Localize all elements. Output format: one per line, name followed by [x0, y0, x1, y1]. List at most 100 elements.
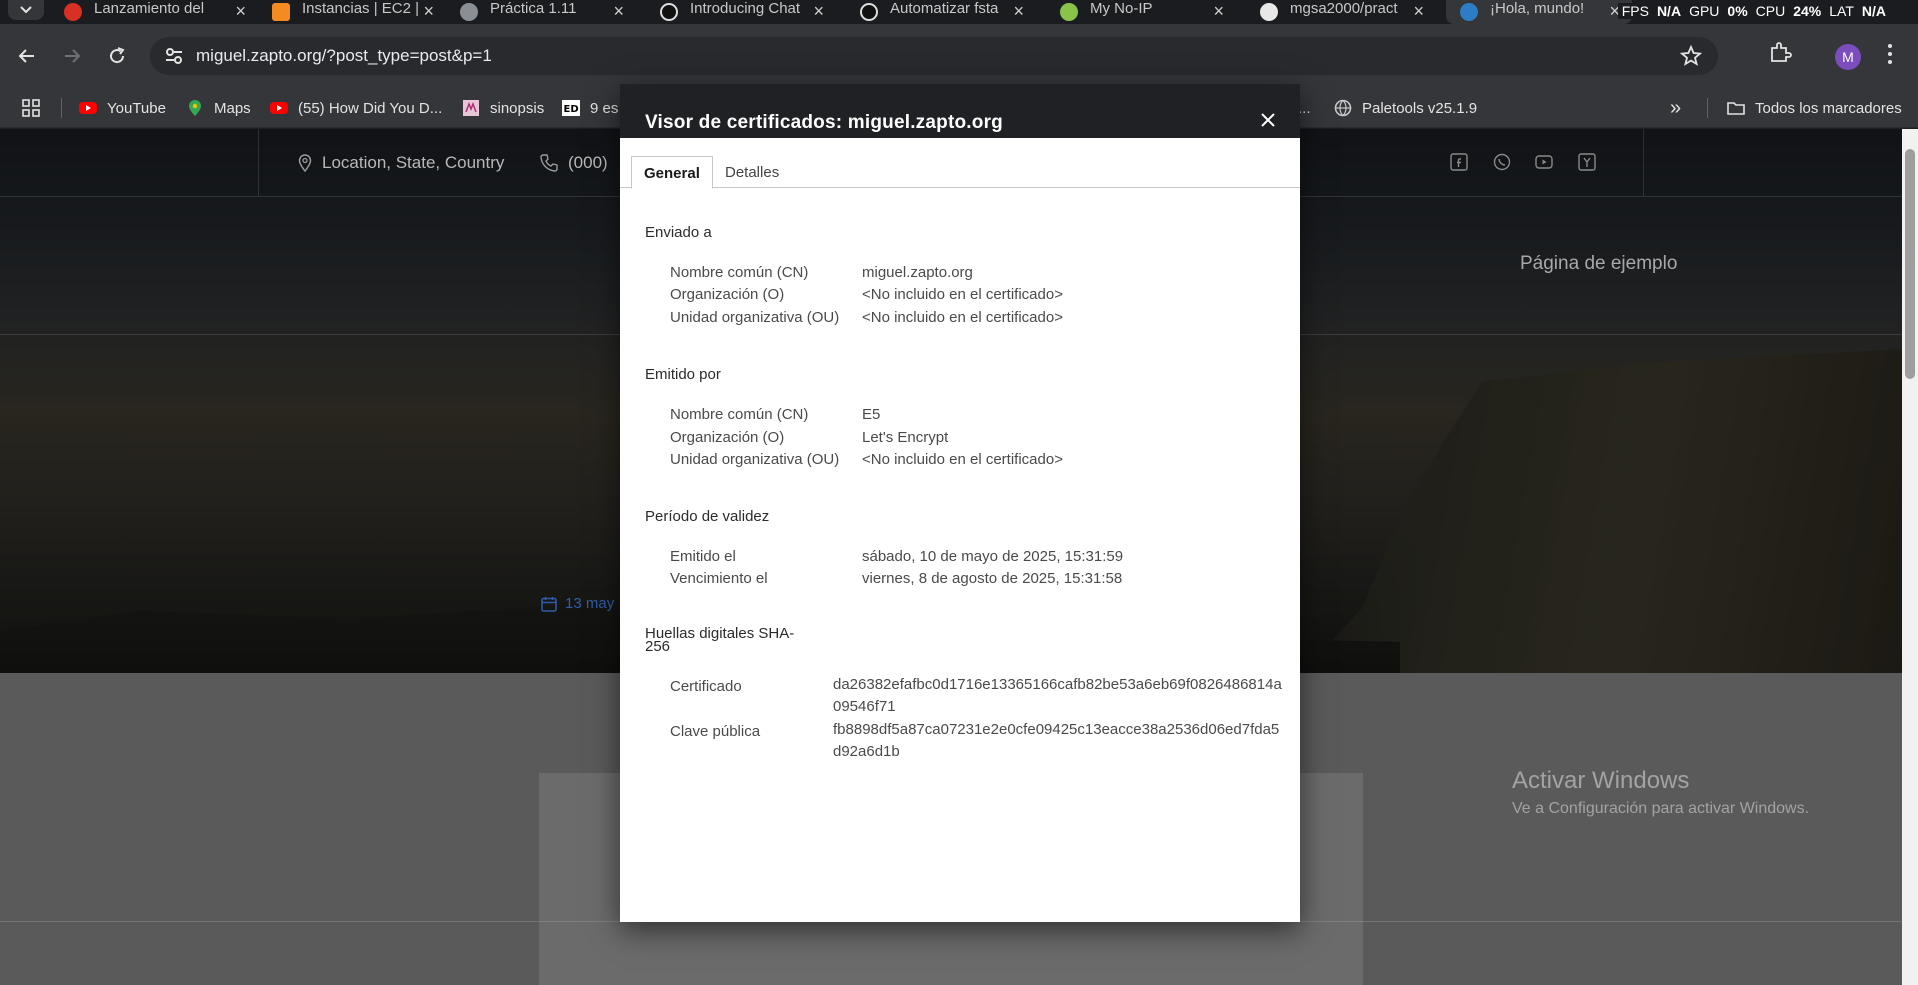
tab-general[interactable]: General	[631, 156, 713, 189]
close-tab-icon[interactable]: ×	[1013, 1, 1024, 22]
yelp-icon[interactable]	[1578, 153, 1596, 171]
bookmark-page-icon	[463, 100, 479, 116]
post-date[interactable]: 13 may	[541, 595, 614, 612]
apps-button[interactable]	[22, 88, 40, 128]
dialog-header: Visor de certificados: miguel.zapto.org	[620, 84, 1300, 138]
apps-grid-icon	[22, 99, 40, 117]
github-icon	[1260, 3, 1278, 21]
forward-button[interactable]	[56, 40, 88, 72]
globe-icon	[1334, 99, 1352, 117]
dialog-tabs: General Detalles	[620, 138, 1300, 189]
windows-activation-subtitle: Ve a Configuración para activar Windows.	[1512, 800, 1810, 817]
close-tab-icon[interactable]: ×	[235, 1, 246, 22]
bookmark-paletools[interactable]: Paletools v25.1.9	[1334, 88, 1477, 128]
location-pin-icon	[298, 154, 312, 172]
address-bar[interactable]: miguel.zapto.org/?post_type=post&p=1	[150, 37, 1718, 75]
phone-icon	[540, 154, 558, 172]
issued-to-ou-value: <No incluido en el certificado>	[862, 309, 1063, 326]
scrollbar-thumb[interactable]	[1905, 149, 1915, 379]
dialog-title: Visor de certificados: miguel.zapto.org	[645, 112, 1003, 133]
facebook-icon[interactable]	[1450, 153, 1468, 171]
tab-chatgpt[interactable]: Introducing Chat ×	[646, 0, 836, 24]
tab-github[interactable]: mgsa2000/pract ×	[1246, 0, 1436, 24]
youtube-icon	[79, 102, 97, 114]
validity-issued-value: sábado, 10 de mayo de 2025, 15:31:59	[862, 548, 1124, 565]
tab-practica[interactable]: Práctica 1.11 ×	[446, 0, 636, 24]
bookmarks-divider	[1707, 98, 1708, 118]
validity-expires-label: Vencimiento el	[670, 570, 768, 587]
section-fingerprints: Huellas digitales SHA- 256	[645, 625, 795, 655]
tab-search-button[interactable]	[8, 0, 44, 20]
bookmark-maps[interactable]: Maps	[186, 88, 251, 128]
openai-icon	[860, 3, 878, 21]
youtube-icon[interactable]	[1535, 153, 1553, 171]
site-phone[interactable]: (000)	[540, 153, 608, 173]
issued-by-cn-value: E5	[862, 406, 881, 423]
close-tab-icon[interactable]: ×	[813, 1, 824, 22]
chevron-down-icon	[20, 6, 32, 14]
bookmark-9-es[interactable]: ED 9 es	[562, 88, 618, 128]
folder-icon	[1727, 102, 1745, 115]
fingerprint-cert-label: Certificado	[670, 678, 742, 695]
site-location: Location, State, Country	[298, 153, 504, 173]
issued-to-o-value: <No incluido en el certificado>	[862, 286, 1063, 303]
close-tab-icon[interactable]: ×	[423, 1, 434, 22]
arrow-right-icon	[65, 49, 81, 63]
all-bookmarks-button[interactable]: Todos los marcadores	[1727, 88, 1902, 128]
bookmarks-divider	[61, 98, 62, 118]
tab-automatizar[interactable]: Automatizar fsta ×	[846, 0, 1036, 24]
bookmark-sinopsis[interactable]: sinopsis	[462, 88, 544, 128]
wordpress-icon	[1460, 3, 1478, 21]
close-tab-icon[interactable]: ×	[1413, 1, 1424, 22]
browser-toolbar: miguel.zapto.org/?post_type=post&p=1 M	[0, 24, 1918, 88]
bookmark-how-did-you[interactable]: (55) How Did You D...	[270, 88, 442, 128]
windows-activation-title: Activar Windows	[1512, 767, 1690, 794]
certificate-viewer-dialog: Visor de certificados: miguel.zapto.org …	[620, 84, 1300, 922]
tab-ec2[interactable]: Instancias | EC2 | ×	[258, 0, 446, 24]
reload-icon	[110, 47, 125, 64]
issued-to-cn-value: miguel.zapto.org	[862, 264, 973, 281]
close-tab-icon[interactable]: ×	[1213, 1, 1224, 22]
whatsapp-icon[interactable]	[1493, 153, 1511, 171]
section-issued-by: Emitido por	[645, 366, 721, 383]
issued-by-cn-label: Nombre común (CN)	[670, 406, 809, 423]
fingerprint-pubkey-value: fb8898df5a87ca07231e2e0cfe09425c13eacce3…	[833, 721, 1280, 760]
tab-strip: Lanzamiento del × Instancias | EC2 | × P…	[0, 0, 1918, 24]
section-validity: Período de validez	[645, 508, 770, 525]
page-scrollbar[interactable]	[1902, 129, 1918, 985]
kebab-menu-icon[interactable]	[1886, 42, 1894, 66]
issued-to-o-label: Organización (O)	[670, 286, 785, 303]
bookmark-youtube[interactable]: YouTube	[79, 88, 166, 128]
issued-to-cn-label: Nombre común (CN)	[670, 264, 809, 281]
site-info-icon[interactable]	[164, 46, 184, 66]
issued-by-o-value: Let's Encrypt	[862, 429, 949, 446]
extensions-icon[interactable]	[1768, 40, 1792, 64]
section-issued-to: Enviado a	[645, 224, 712, 241]
tab-detalles[interactable]: Detalles	[713, 156, 791, 189]
fingerprint-cert-value: da26382efafbc0d1716e13365166cafb82be53a6…	[833, 676, 1282, 715]
url-text[interactable]: miguel.zapto.org/?post_type=post&p=1	[196, 46, 492, 66]
issued-to-ou-label: Unidad organizativa (OU)	[670, 309, 840, 326]
back-button[interactable]	[11, 40, 43, 72]
tab-lanzamiento[interactable]: Lanzamiento del ×	[50, 0, 258, 24]
site-topbar-divider	[1643, 129, 1644, 196]
validity-issued-label: Emitido el	[670, 548, 736, 565]
nav-item-pagina-ejemplo[interactable]: Página de ejemplo	[1520, 253, 1677, 275]
issued-by-o-label: Organización (O)	[670, 429, 785, 446]
issued-by-ou-value: <No incluido en el certificado>	[862, 451, 1063, 468]
youtube-icon	[270, 102, 288, 114]
performance-overlay: FPS N/A GPU 0% CPU 24% LAT N/A	[1617, 3, 1890, 19]
ed-logo-icon: ED	[562, 100, 580, 116]
bookmarks-overflow-button[interactable]: »	[1670, 88, 1681, 128]
fingerprint-pubkey-label: Clave pública	[670, 723, 761, 740]
tab-hola-mundo[interactable]: ¡Hola, mundo! ×	[1446, 0, 1632, 24]
bookmark-star-icon[interactable]	[1680, 45, 1702, 67]
dialog-body: Enviado a Nombre común (CN) miguel.zapto…	[620, 188, 1300, 922]
svg-text:ED: ED	[564, 104, 579, 115]
close-tab-icon[interactable]: ×	[613, 1, 624, 22]
site-topbar-divider	[258, 129, 259, 196]
close-icon[interactable]	[1258, 110, 1278, 130]
profile-avatar[interactable]: M	[1835, 44, 1861, 70]
reload-button[interactable]	[101, 40, 133, 72]
tab-noip[interactable]: My No-IP ×	[1046, 0, 1236, 24]
